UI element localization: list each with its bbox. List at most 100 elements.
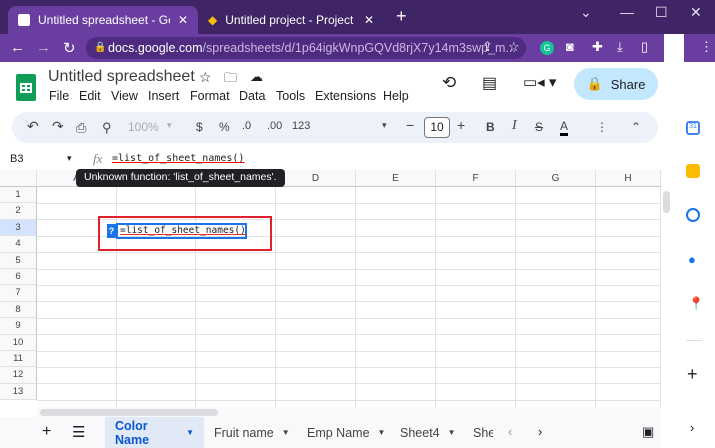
- decrease-font-size-icon[interactable]: −: [406, 117, 414, 133]
- more-formats-button[interactable]: 123: [292, 120, 310, 132]
- back-icon[interactable]: ←: [10, 39, 25, 56]
- tasks-icon[interactable]: [686, 208, 700, 222]
- select-all-corner[interactable]: [0, 170, 37, 187]
- paint-format-icon[interactable]: ⚲: [102, 120, 112, 136]
- percent-button[interactable]: %: [219, 120, 230, 134]
- name-box[interactable]: B3: [10, 153, 23, 165]
- contacts-icon[interactable]: ●: [688, 252, 696, 267]
- menu-help[interactable]: Help: [383, 89, 409, 103]
- italic-button[interactable]: I: [512, 118, 517, 134]
- minimize-icon[interactable]: —: [620, 4, 634, 20]
- sheet-tab-fruit-name[interactable]: Fruit name ▼: [204, 417, 300, 448]
- browser-menu-icon[interactable]: ⋮: [700, 39, 713, 55]
- document-title[interactable]: Untitled spreadsheet: [48, 68, 195, 86]
- get-addons-icon[interactable]: +: [687, 364, 698, 385]
- row-header-9[interactable]: 9: [0, 318, 37, 335]
- extensions-puzzle-icon[interactable]: ✚: [592, 39, 603, 55]
- explore-icon[interactable]: ▣: [642, 424, 654, 440]
- column-header-d[interactable]: D: [276, 170, 356, 187]
- maps-icon[interactable]: 📍: [688, 296, 704, 312]
- error-indicator[interactable]: ?: [107, 224, 116, 238]
- chevron-down-icon[interactable]: ▼: [448, 428, 456, 437]
- row-header-10[interactable]: 10: [0, 334, 37, 351]
- menu-view[interactable]: View: [111, 89, 138, 103]
- sheets-logo[interactable]: [16, 74, 36, 101]
- row-header-6[interactable]: 6: [0, 269, 37, 286]
- scroll-tabs-left-icon[interactable]: ‹: [508, 424, 512, 439]
- sheet-tab-emp-name[interactable]: Emp Name ▼: [297, 417, 395, 448]
- window-close-icon[interactable]: ✕: [690, 4, 702, 21]
- keep-icon[interactable]: [686, 164, 700, 178]
- row-header-1[interactable]: 1: [0, 187, 37, 204]
- share-button[interactable]: 🔒 Share: [574, 68, 658, 100]
- maximize-icon[interactable]: ☐: [655, 4, 668, 21]
- version-history-icon[interactable]: ⟲: [442, 73, 456, 93]
- menu-insert[interactable]: Insert: [148, 89, 179, 103]
- menu-edit[interactable]: Edit: [79, 89, 101, 103]
- more-options-icon[interactable]: ⋮: [596, 120, 608, 134]
- show-side-panel-icon[interactable]: ›: [690, 420, 694, 435]
- row-header-3[interactable]: 3: [0, 219, 37, 237]
- row-header-8[interactable]: 8: [0, 301, 37, 319]
- menu-format[interactable]: Format: [190, 89, 230, 103]
- zoom-chevron-icon[interactable]: ▾: [167, 120, 172, 131]
- redo-icon[interactable]: ↷: [52, 118, 64, 135]
- calendar-icon[interactable]: 31: [686, 121, 700, 135]
- strikethrough-icon[interactable]: S: [535, 120, 543, 134]
- chevron-down-icon[interactable]: ▼: [282, 428, 290, 437]
- zoom-select[interactable]: 100%: [128, 120, 159, 134]
- bold-button[interactable]: B: [486, 120, 495, 134]
- profile-avatar[interactable]: [664, 34, 684, 62]
- currency-button[interactable]: $: [196, 120, 203, 134]
- url-input[interactable]: docs.google.com/spreadsheets/d/1p64igkWn…: [86, 37, 526, 59]
- column-header-e[interactable]: E: [356, 170, 436, 187]
- decrease-decimal-button[interactable]: .0: [242, 120, 251, 132]
- grammarly-icon[interactable]: G: [540, 41, 554, 55]
- print-icon[interactable]: ⎙: [76, 120, 86, 136]
- move-folder-icon[interactable]: 🗀: [224, 69, 237, 91]
- row-header-7[interactable]: 7: [0, 285, 37, 302]
- row-header-13[interactable]: 13: [0, 383, 37, 401]
- menu-data[interactable]: Data: [239, 89, 265, 103]
- add-sheet-icon[interactable]: +: [42, 423, 51, 441]
- meet-video-icon[interactable]: ▭◂ ▾: [523, 73, 556, 91]
- cloud-status-icon[interactable]: ☁: [250, 69, 263, 85]
- active-cell-b3[interactable]: =list_of_sheet_names(): [116, 223, 247, 239]
- font-family-dropdown-icon[interactable]: ▾: [382, 120, 387, 131]
- vertical-scroll-thumb[interactable]: [663, 191, 670, 213]
- spreadsheet-grid[interactable]: ABCDEFGH 12345678910111213: [0, 170, 661, 407]
- chevron-down-icon[interactable]: ▼: [378, 428, 386, 437]
- sheet-tab-color-name[interactable]: Color Name ▼: [105, 417, 204, 448]
- row-header-2[interactable]: 2: [0, 203, 37, 220]
- comments-icon[interactable]: ▤: [482, 73, 497, 93]
- row-header-4[interactable]: 4: [0, 236, 37, 253]
- increase-font-size-icon[interactable]: +: [457, 117, 465, 133]
- row-header-12[interactable]: 12: [0, 367, 37, 384]
- row-header-5[interactable]: 5: [0, 252, 37, 269]
- increase-decimal-button[interactable]: .00: [267, 120, 282, 132]
- menu-file[interactable]: File: [49, 89, 69, 103]
- close-icon[interactable]: ✕: [364, 13, 374, 27]
- all-sheets-icon[interactable]: ☰: [72, 423, 85, 441]
- reload-icon[interactable]: ↻: [63, 39, 76, 57]
- menu-extensions[interactable]: Extensions: [315, 89, 376, 103]
- close-icon[interactable]: ✕: [178, 13, 188, 27]
- share-page-icon[interactable]: ⇪: [482, 39, 493, 55]
- menu-tools[interactable]: Tools: [276, 89, 305, 103]
- font-size-input[interactable]: 10: [424, 117, 450, 138]
- column-header-f[interactable]: F: [436, 170, 516, 187]
- camera-extension-icon[interactable]: ◙: [566, 39, 574, 54]
- name-box-chevron-icon[interactable]: ▾: [67, 153, 72, 164]
- sheet-tab-sheet4[interactable]: Sheet4 ▼: [390, 417, 466, 448]
- chevron-down-icon[interactable]: ▼: [186, 428, 194, 437]
- browser-tab-sheets[interactable]: Untitled spreadsheet - Google Sh ✕: [8, 6, 198, 34]
- text-color-button[interactable]: A: [560, 120, 569, 136]
- horizontal-scroll-thumb[interactable]: [40, 409, 218, 416]
- sheet-tab-she[interactable]: She: [463, 417, 493, 448]
- row-header-11[interactable]: 11: [0, 351, 37, 368]
- download-icon[interactable]: ⤓: [617, 39, 623, 55]
- forward-icon[interactable]: →: [36, 39, 51, 56]
- column-header-g[interactable]: G: [516, 170, 596, 187]
- new-tab-icon[interactable]: +: [396, 6, 407, 27]
- star-icon[interactable]: ☆: [199, 69, 212, 86]
